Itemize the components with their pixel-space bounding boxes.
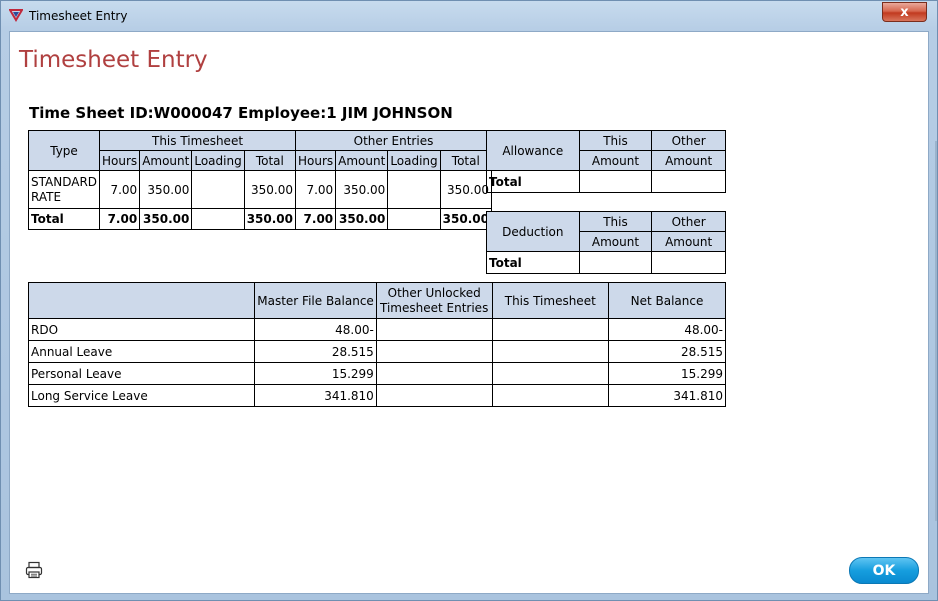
table-cell bbox=[651, 251, 726, 274]
table-cell bbox=[578, 170, 653, 193]
table-cell: 15.299 bbox=[254, 362, 377, 385]
table-cell: 350.00 bbox=[335, 170, 389, 209]
table-cell bbox=[491, 340, 610, 363]
table-cell: 350.00 bbox=[243, 170, 297, 209]
table-cell: 7.00 bbox=[99, 208, 141, 230]
column-header: Other bbox=[651, 130, 726, 151]
table-row: Personal Leave 15.299 15.299 bbox=[27, 362, 726, 385]
table-cell bbox=[191, 208, 245, 230]
scrollbar[interactable] bbox=[935, 141, 937, 521]
table-row: Long Service Leave 341.810 341.810 bbox=[27, 384, 726, 407]
column-header: Loading bbox=[191, 150, 245, 171]
table-cell: 350.00 bbox=[439, 170, 492, 209]
ok-button[interactable]: OK bbox=[849, 557, 919, 584]
table-cell: 350.00 bbox=[335, 208, 389, 230]
row-type: STANDARD RATE bbox=[27, 170, 101, 209]
table-row: RDO 48.00- 48.00- bbox=[27, 318, 726, 341]
column-header: Other bbox=[651, 211, 726, 232]
table-cell bbox=[491, 318, 610, 341]
close-button[interactable]: x bbox=[882, 2, 927, 22]
column-header: This Timesheet bbox=[491, 282, 610, 319]
total-row: Total bbox=[486, 251, 726, 274]
column-header: Net Balance bbox=[608, 282, 726, 319]
column-header: Amount bbox=[651, 150, 726, 171]
table-cell: 28.515 bbox=[608, 340, 726, 363]
deduction-header: Deduction bbox=[486, 211, 580, 252]
table-cell: 341.810 bbox=[608, 384, 726, 407]
table-cell bbox=[491, 362, 610, 385]
table-row: STANDARD RATE 7.00 350.00 350.00 7.00 35… bbox=[27, 170, 492, 209]
this-timesheet-header: This Timesheet bbox=[99, 130, 296, 151]
column-header: Hours bbox=[99, 150, 141, 171]
printer-icon[interactable] bbox=[25, 561, 43, 579]
title-bar[interactable]: Timesheet Entry x bbox=[1, 1, 937, 31]
app-logo-icon bbox=[9, 9, 23, 22]
total-row: Total 7.00 350.00 350.00 7.00 350.00 350… bbox=[27, 208, 492, 230]
table-cell bbox=[375, 384, 493, 407]
leave-type: Annual Leave bbox=[27, 340, 256, 363]
column-header: Amount bbox=[578, 231, 653, 252]
column-header: Amount bbox=[335, 150, 389, 171]
column-header: Other Unlocked Timesheet Entries bbox=[375, 282, 493, 319]
table-cell: 7.00 bbox=[294, 208, 337, 230]
column-header: This bbox=[578, 130, 653, 151]
allowance-table: Allowance This Other Amount Amount Total bbox=[486, 130, 726, 193]
table-cell bbox=[375, 362, 493, 385]
window-title: Timesheet Entry bbox=[29, 9, 128, 23]
table-cell: 15.299 bbox=[608, 362, 726, 385]
total-label: Total bbox=[27, 208, 101, 230]
table-cell bbox=[491, 384, 610, 407]
table-cell bbox=[651, 170, 726, 193]
column-header: Hours bbox=[294, 150, 337, 171]
table-cell bbox=[191, 170, 245, 209]
total-row: Total bbox=[486, 170, 726, 193]
leave-type: Personal Leave bbox=[27, 362, 256, 385]
column-header: Master File Balance bbox=[254, 282, 377, 319]
column-header: This bbox=[578, 211, 653, 232]
table-row: Annual Leave 28.515 28.515 bbox=[27, 340, 726, 363]
page-title: Timesheet Entry bbox=[19, 47, 208, 73]
deduction-table: Deduction This Other Amount Amount Total bbox=[486, 211, 726, 274]
table-cell bbox=[578, 251, 653, 274]
column-header: Total bbox=[243, 150, 297, 171]
table-cell: 7.00 bbox=[294, 170, 337, 209]
table-cell: 350.00 bbox=[243, 208, 297, 230]
table-cell: 48.00- bbox=[254, 318, 377, 341]
dialog-body: Timesheet Entry Time Sheet ID:W000047 Em… bbox=[9, 31, 929, 594]
allowance-header: Allowance bbox=[486, 130, 580, 171]
type-header: Type bbox=[27, 130, 101, 171]
table-cell bbox=[387, 170, 441, 209]
column-header bbox=[27, 282, 256, 319]
leave-balance-table: Master File Balance Other Unlocked Times… bbox=[27, 282, 726, 407]
close-icon: x bbox=[900, 4, 909, 20]
table-cell: 350.00 bbox=[139, 170, 193, 209]
leave-type: RDO bbox=[27, 318, 256, 341]
other-entries-header: Other Entries bbox=[295, 130, 492, 151]
column-header: Amount bbox=[578, 150, 653, 171]
column-header: Amount bbox=[651, 231, 726, 252]
table-cell: 48.00- bbox=[608, 318, 726, 341]
column-header: Loading bbox=[387, 150, 441, 171]
table-cell bbox=[375, 340, 493, 363]
table-cell bbox=[387, 208, 441, 230]
table-cell: 341.810 bbox=[254, 384, 377, 407]
total-label: Total bbox=[486, 251, 580, 274]
column-header: Amount bbox=[139, 150, 193, 171]
dialog-window: Timesheet Entry x Timesheet Entry Time S… bbox=[0, 0, 938, 601]
table-cell: 7.00 bbox=[99, 170, 141, 209]
table-cell: 350.00 bbox=[439, 208, 492, 230]
total-label: Total bbox=[486, 170, 580, 193]
leave-type: Long Service Leave bbox=[27, 384, 256, 407]
table-cell: 28.515 bbox=[254, 340, 377, 363]
table-cell bbox=[375, 318, 493, 341]
timesheet-hours-table: Type This Timesheet Other Entries Hours … bbox=[27, 130, 492, 230]
column-header: Total bbox=[439, 150, 492, 171]
table-cell: 350.00 bbox=[139, 208, 193, 230]
timesheet-summary-heading: Time Sheet ID:W000047 Employee:1 JIM JOH… bbox=[29, 104, 453, 122]
